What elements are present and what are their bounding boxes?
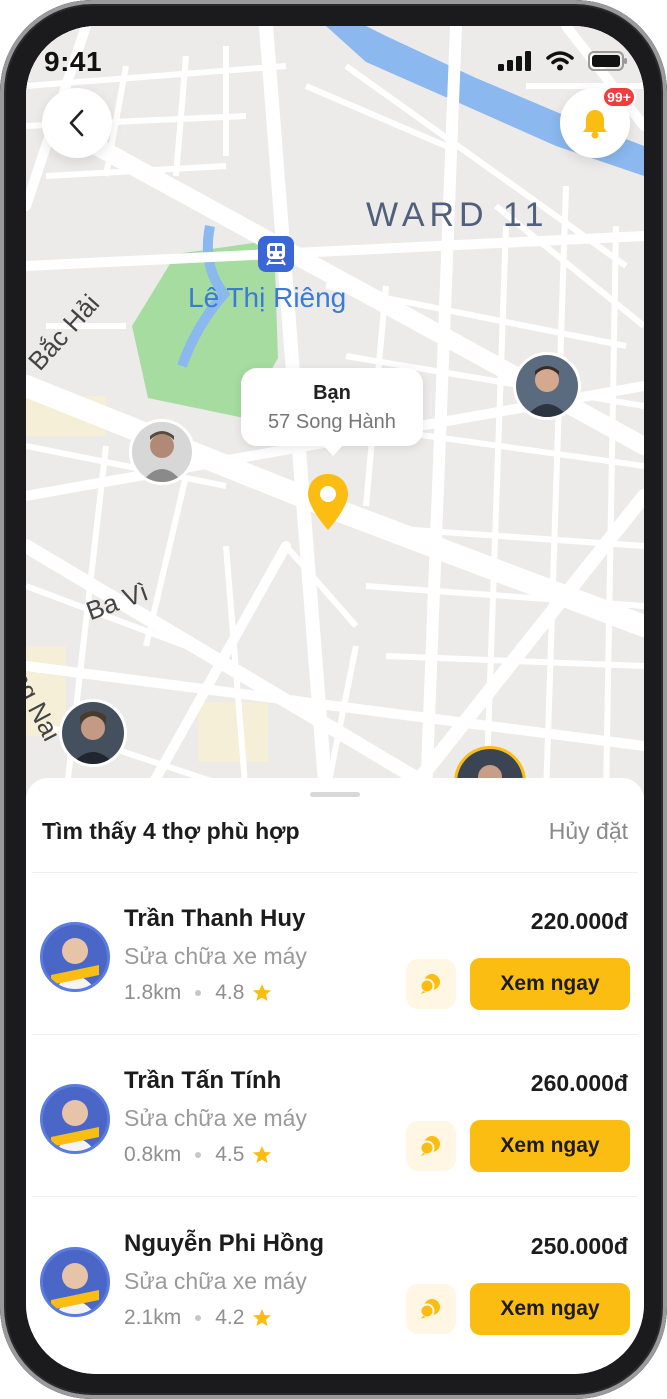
bottom-sheet: Tìm thấy 4 thợ phù hợp Hủy đặt Trần Than… (26, 778, 644, 1374)
map-view[interactable]: WARD 11 Lê Thị Riêng Bắc Hải Ba Vì Đồng … (26, 26, 644, 796)
worker-avatar (40, 1247, 110, 1317)
worker-price: 260.000đ (530, 1070, 628, 1096)
cancel-booking-link[interactable]: Hủy đặt (549, 818, 628, 845)
worker-distance: 0.8km (124, 1143, 182, 1166)
divider (32, 1196, 638, 1197)
battery-icon (588, 51, 627, 71)
star-icon (253, 1146, 272, 1163)
chat-button[interactable] (406, 1284, 456, 1334)
metro-station-icon[interactable] (258, 236, 294, 272)
sheet-drag-handle[interactable] (310, 792, 360, 797)
worker-distance: 2.1km (124, 1306, 182, 1329)
worker-rating: 4.8 (215, 981, 245, 1004)
worker-name: Trần Thanh Huy (124, 905, 306, 932)
star-icon (253, 1309, 272, 1326)
worker-distance: 1.8km (124, 981, 182, 1004)
worker-meta: 0.8km 4.5 (124, 1143, 272, 1167)
worker-rating: 4.2 (215, 1306, 245, 1329)
worker-service: Sửa chữa xe máy (124, 943, 307, 969)
map-worker-avatar[interactable] (129, 419, 195, 485)
status-bar: 9:41 (26, 26, 644, 96)
worker-service: Sửa chữa xe máy (124, 1268, 307, 1294)
worker-name: Trần Tấn Tính (124, 1067, 282, 1094)
location-pin-icon (305, 472, 351, 537)
signal-icon (498, 51, 531, 71)
separator-dot (195, 990, 202, 996)
park-label: Lê Thị Riêng (188, 282, 347, 313)
notification-badge: 99+ (602, 86, 636, 108)
status-icons (498, 50, 628, 72)
chat-bubbles-icon (419, 1136, 440, 1156)
separator-dot (195, 1315, 202, 1321)
status-time: 9:41 (44, 46, 103, 77)
results-title: Tìm thấy 4 thợ phù hợp (42, 818, 300, 844)
you-callout: Bạn 57 Song Hành (241, 368, 423, 456)
worker-meta: 2.1km 4.2 (124, 1306, 272, 1330)
view-now-button[interactable]: Xem ngay (470, 958, 630, 1010)
view-now-button[interactable]: Xem ngay (470, 1120, 630, 1172)
screen: WARD 11 Lê Thị Riêng Bắc Hải Ba Vì Đồng … (26, 26, 644, 1374)
back-button[interactable] (42, 88, 112, 158)
notifications-button[interactable]: 99+ (560, 86, 636, 158)
worker-card[interactable]: Nguyễn Phi Hồng Sửa chữa xe máy 2.1km 4.… (26, 1198, 644, 1358)
you-callout-title: Bạn (313, 382, 351, 404)
chat-bubbles-icon (419, 1299, 440, 1319)
bell-icon (583, 110, 607, 139)
ward-label: WARD 11 (366, 196, 549, 234)
chevron-left-icon (69, 109, 84, 137)
worker-meta: 1.8km 4.8 (124, 981, 272, 1005)
view-now-button[interactable]: Xem ngay (470, 1283, 630, 1335)
separator-dot (195, 1152, 202, 1158)
worker-avatar (40, 1084, 110, 1154)
map-worker-avatar[interactable] (59, 699, 127, 767)
worker-rating: 4.5 (215, 1143, 245, 1166)
chat-button[interactable] (406, 1121, 456, 1171)
worker-card[interactable]: Trần Thanh Huy Sửa chữa xe máy 1.8km 4.8… (26, 873, 644, 1033)
star-icon (253, 984, 272, 1001)
worker-card[interactable]: Trần Tấn Tính Sửa chữa xe máy 0.8km 4.5 … (26, 1035, 644, 1195)
worker-name: Nguyễn Phi Hồng (124, 1230, 324, 1257)
chat-button[interactable] (406, 959, 456, 1009)
map-worker-avatar[interactable] (513, 352, 581, 420)
wifi-icon (546, 51, 574, 71)
chat-bubbles-icon (419, 974, 440, 994)
worker-price: 250.000đ (530, 1233, 628, 1259)
worker-service: Sửa chữa xe máy (124, 1105, 307, 1131)
you-callout-address: 57 Song Hành (268, 411, 396, 433)
worker-avatar (40, 922, 110, 992)
worker-price: 220.000đ (530, 908, 628, 934)
